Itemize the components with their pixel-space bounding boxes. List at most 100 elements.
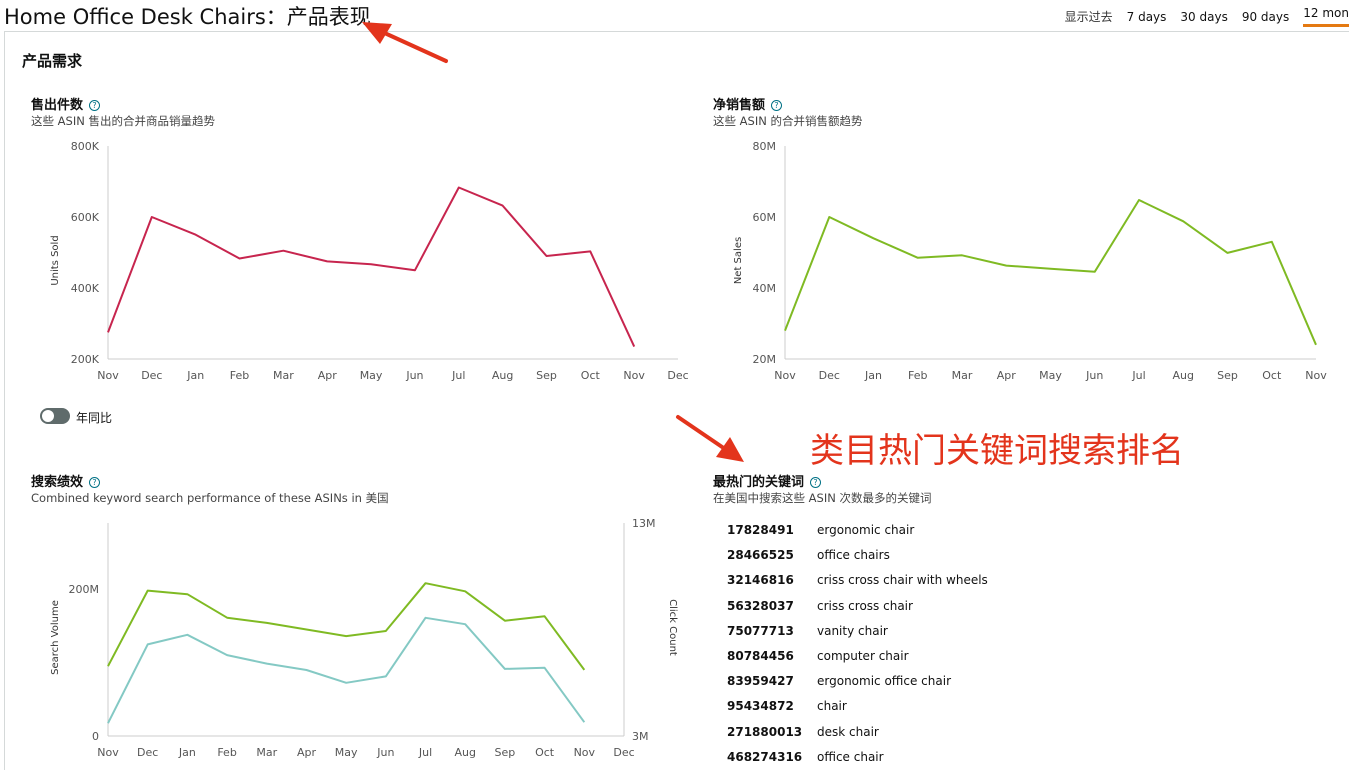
x-tick-label: Nov: [774, 369, 796, 382]
search-performance-title: 搜索绩效: [31, 475, 83, 490]
x-tick-label: Apr: [997, 369, 1017, 382]
x-tick-label: Oct: [1262, 369, 1282, 382]
x-tick-label: Sep: [495, 746, 516, 759]
range-option-12-months[interactable]: 12 mon: [1303, 6, 1349, 27]
net-sales-header: 净销售额?: [713, 94, 782, 113]
x-tick-label: Nov: [623, 369, 645, 382]
net-sales-title: 净销售额: [713, 98, 765, 113]
y-axis-label: Units Sold: [50, 235, 61, 285]
top-keywords-subtitle: 在美国中搜索这些 ASIN 次数最多的关键词: [713, 490, 931, 506]
x-tick-label: Mar: [256, 746, 277, 759]
series-line: [108, 618, 584, 723]
x-tick-label: Oct: [535, 746, 555, 759]
keyword-rank: 468274316: [727, 750, 802, 764]
net-sales-subtitle: 这些 ASIN 的合并销售额趋势: [713, 113, 862, 129]
keyword-term[interactable]: ergonomic office chair: [817, 674, 951, 688]
x-tick-label: Jan: [864, 369, 882, 382]
x-tick-label: Oct: [581, 369, 601, 382]
help-icon[interactable]: ?: [771, 100, 782, 111]
x-tick-label: Jul: [451, 369, 465, 382]
y-tick-label: 20M: [753, 353, 777, 366]
keyword-term[interactable]: criss cross chair with wheels: [817, 573, 988, 587]
range-option-90-days[interactable]: 90 days: [1242, 10, 1289, 24]
x-tick-label: Jul: [418, 746, 432, 759]
x-tick-label: Nov: [97, 746, 119, 759]
x-tick-label: Mar: [273, 369, 294, 382]
y-tick-label: 200K: [71, 353, 100, 366]
keyword-term[interactable]: desk chair: [817, 725, 879, 739]
keyword-term[interactable]: chair: [817, 699, 847, 713]
keyword-rank: 83959427: [727, 674, 794, 688]
search-performance-subtitle: Combined keyword search performance of t…: [31, 490, 389, 506]
help-icon[interactable]: ?: [89, 477, 100, 488]
x-tick-label: Feb: [217, 746, 236, 759]
x-tick-label: Apr: [297, 746, 317, 759]
x-tick-label: Aug: [492, 369, 513, 382]
net-sales-chart: 20M40M60M80MNovDecJanFebMarAprMayJunJulA…: [700, 130, 1349, 390]
range-option-7-days[interactable]: 7 days: [1127, 10, 1167, 24]
x-tick-label: Feb: [230, 369, 249, 382]
time-range-selector: 显示过去 7 days 30 days 90 days 12 mon: [1065, 6, 1349, 27]
y-axis-label: Search Volume: [50, 600, 61, 675]
keyword-term[interactable]: office chairs: [817, 548, 890, 562]
keyword-term[interactable]: computer chair: [817, 649, 909, 663]
search-performance-chart: 0200M3M13MNovDecJanFebMarAprMayJunJulAug…: [0, 505, 700, 769]
x-tick-label: Dec: [141, 369, 162, 382]
x-tick-label: Jun: [376, 746, 394, 759]
x-tick-label: Sep: [536, 369, 557, 382]
x-tick-label: Feb: [908, 369, 927, 382]
yoy-toggle-label: 年同比: [76, 409, 112, 426]
y-tick-label: 600K: [71, 211, 100, 224]
x-tick-label: Nov: [97, 369, 119, 382]
keyword-rank: 17828491: [727, 523, 794, 537]
keyword-rank: 56328037: [727, 599, 794, 613]
search-performance-header: 搜索绩效?: [31, 471, 100, 490]
units-sold-title: 售出件数: [31, 98, 83, 113]
series-line: [108, 583, 584, 670]
keyword-term[interactable]: criss cross chair: [817, 599, 913, 613]
annotation-text: 类目热门关键词搜索排名: [810, 423, 1184, 472]
toggle-knob: [42, 410, 54, 422]
x-tick-label: Aug: [1173, 369, 1194, 382]
page-title: Home Office Desk Chairs：产品表现: [4, 1, 371, 31]
x-tick-label: Jan: [186, 369, 204, 382]
y-tick-label: 400K: [71, 282, 100, 295]
keyword-term[interactable]: office chair: [817, 750, 884, 764]
series-line: [785, 200, 1316, 345]
x-tick-label: Sep: [1217, 369, 1238, 382]
x-tick-label: Dec: [819, 369, 840, 382]
time-range-label: 显示过去: [1065, 8, 1113, 25]
x-tick-label: Nov: [574, 746, 596, 759]
keyword-rank: 32146816: [727, 573, 794, 587]
y-tick-label: 200M: [69, 583, 100, 596]
y-tick-label: 60M: [753, 211, 777, 224]
y-tick-label: 40M: [753, 282, 777, 295]
y-tick-label: 0: [92, 730, 99, 743]
x-tick-label: Jun: [1085, 369, 1103, 382]
keyword-term[interactable]: vanity chair: [817, 624, 888, 638]
keyword-rank: 80784456: [727, 649, 794, 663]
keyword-term[interactable]: ergonomic chair: [817, 523, 914, 537]
units-sold-chart: 200K400K600K800KNovDecJanFebMarAprMayJun…: [0, 130, 700, 390]
keyword-rank: 271880013: [727, 725, 802, 739]
x-tick-label: May: [335, 746, 358, 759]
y-tick-label: 80M: [753, 140, 777, 153]
x-tick-label: Jun: [405, 369, 423, 382]
keyword-rank: 75077713: [727, 624, 794, 638]
x-tick-label: May: [360, 369, 383, 382]
x-tick-label: Jan: [178, 746, 196, 759]
units-sold-subtitle: 这些 ASIN 售出的合并商品销量趋势: [31, 113, 215, 129]
x-tick-label: Mar: [952, 369, 973, 382]
units-sold-header: 售出件数?: [31, 94, 100, 113]
range-option-30-days[interactable]: 30 days: [1180, 10, 1227, 24]
help-icon[interactable]: ?: [810, 477, 821, 488]
x-tick-label: Nov: [1305, 369, 1327, 382]
help-icon[interactable]: ?: [89, 100, 100, 111]
keyword-rank: 28466525: [727, 548, 794, 562]
yoy-toggle[interactable]: [40, 408, 70, 424]
x-tick-label: May: [1039, 369, 1062, 382]
series-line: [108, 188, 634, 347]
x-tick-label: Aug: [454, 746, 475, 759]
x-tick-label: Dec: [667, 369, 688, 382]
top-keywords-header: 最热门的关键词?: [713, 471, 821, 490]
